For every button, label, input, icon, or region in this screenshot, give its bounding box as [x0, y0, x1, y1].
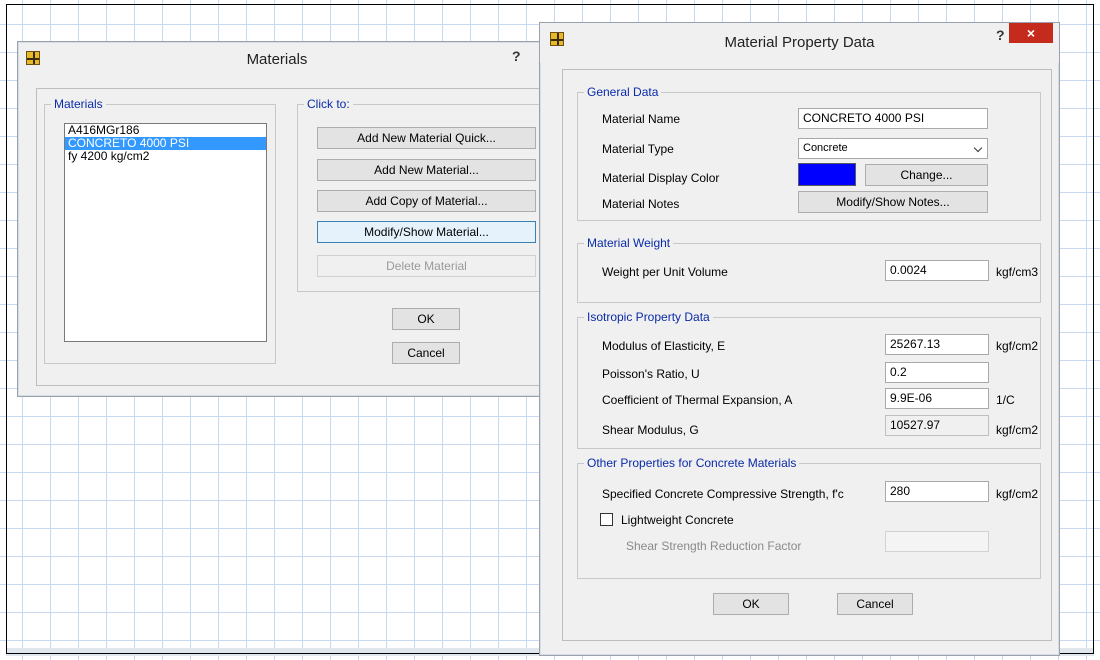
- material-notes-label: Material Notes: [602, 197, 680, 211]
- materials-dialog: Materials ? Materials A416MGr186 CONCRETO…: [17, 41, 557, 397]
- weight-per-unit-volume-field[interactable]: 0.0024: [885, 260, 989, 281]
- property-cancel-button[interactable]: Cancel: [837, 593, 913, 615]
- materials-title: Materials: [246, 51, 308, 68]
- material-weight-label: Material Weight: [584, 236, 674, 250]
- thermal-expansion-field[interactable]: 9.9E-06: [885, 388, 989, 409]
- material-type-select[interactable]: Concrete: [798, 138, 988, 159]
- compressive-strength-field[interactable]: 280: [885, 481, 989, 502]
- poissons-ratio-field[interactable]: 0.2: [885, 362, 989, 383]
- isotropic-property-label: Isotropic Property Data: [584, 310, 713, 324]
- modulus-elasticity-unit: kgf/cm2: [996, 339, 1039, 353]
- shear-modulus-label: Shear Modulus, G: [602, 423, 699, 437]
- property-titlebar[interactable]: Material Property Data ? ×: [540, 23, 1059, 63]
- close-button[interactable]: ×: [1009, 23, 1053, 43]
- weight-unit: kgf/cm3: [996, 265, 1039, 279]
- property-ok-button[interactable]: OK: [713, 593, 789, 615]
- lightweight-concrete-checkbox[interactable]: [600, 513, 613, 526]
- material-type-value: Concrete: [803, 142, 848, 154]
- display-color-label: Material Display Color: [602, 171, 720, 185]
- thermal-expansion-label: Coefficient of Thermal Expansion, A: [602, 393, 793, 407]
- property-title: Material Property Data: [724, 34, 875, 51]
- weight-per-unit-volume-label: Weight per Unit Volume: [602, 265, 728, 279]
- shear-strength-reduction-field: [885, 531, 989, 552]
- shear-modulus-unit: kgf/cm2: [996, 423, 1039, 437]
- materials-outer-frame: [36, 88, 556, 386]
- modulus-elasticity-label: Modulus of Elasticity, E: [602, 339, 726, 353]
- concrete-properties-label: Other Properties for Concrete Materials: [584, 456, 800, 470]
- shear-strength-reduction-label: Shear Strength Reduction Factor: [626, 539, 802, 553]
- help-icon[interactable]: ?: [996, 27, 1005, 43]
- general-data-label: General Data: [584, 85, 662, 99]
- compressive-strength-label: Specified Concrete Compressive Strength,…: [602, 487, 844, 501]
- modify-show-notes-button[interactable]: Modify/Show Notes...: [798, 191, 988, 213]
- material-property-dialog: Material Property Data ? × General Data …: [539, 22, 1060, 656]
- chevron-down-icon: [973, 143, 983, 153]
- close-icon: ×: [1026, 25, 1036, 41]
- material-type-label: Material Type: [602, 142, 674, 156]
- poissons-ratio-label: Poisson's Ratio, U: [602, 367, 700, 381]
- material-name-label: Material Name: [602, 112, 681, 126]
- materials-titlebar[interactable]: Materials ?: [18, 42, 556, 72]
- lightweight-concrete-label: Lightweight Concrete: [621, 513, 734, 527]
- display-color-swatch: [798, 163, 856, 186]
- change-color-button[interactable]: Change...: [865, 164, 988, 186]
- material-name-field[interactable]: CONCRETO 4000 PSI: [798, 108, 988, 129]
- modulus-elasticity-field[interactable]: 25267.13: [885, 334, 989, 355]
- thermal-expansion-unit: 1/C: [996, 393, 1015, 407]
- shear-modulus-field: 10527.97: [885, 415, 989, 436]
- compressive-strength-unit: kgf/cm2: [996, 487, 1039, 501]
- help-icon[interactable]: ?: [512, 48, 521, 64]
